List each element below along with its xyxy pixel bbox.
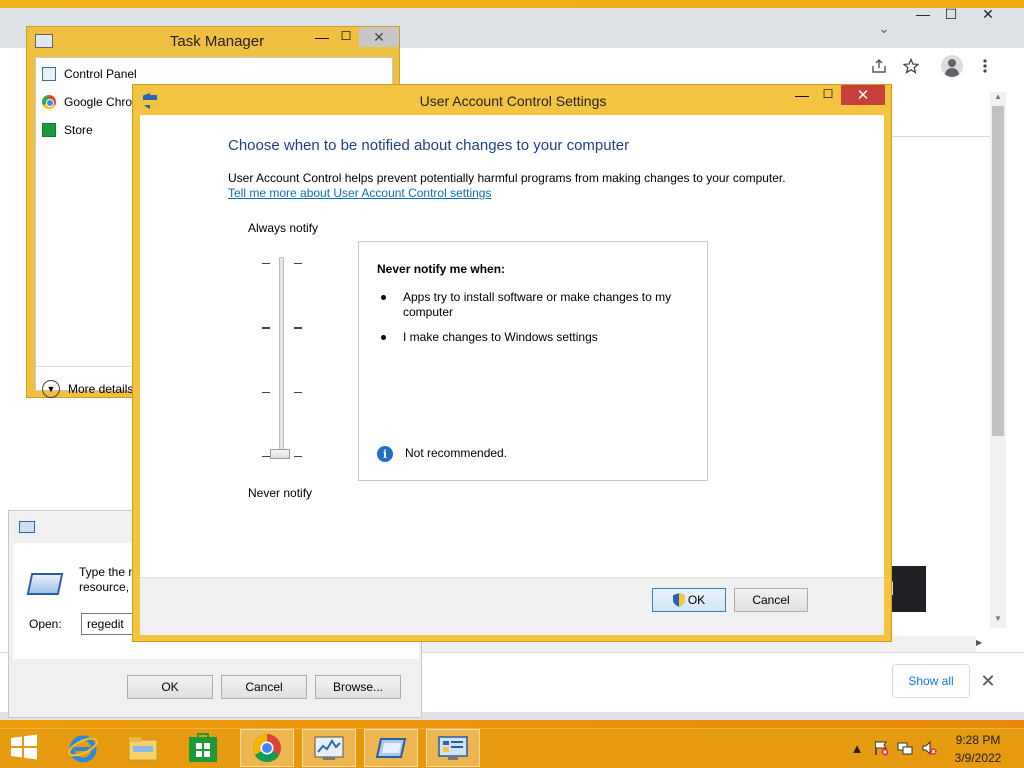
- taskbar-internet-explorer[interactable]: [56, 729, 110, 767]
- run-description: Type the name of a program, folder, docu…: [79, 565, 139, 594]
- bookmark-star-icon[interactable]: [898, 54, 924, 78]
- uac-shield-icon: [672, 593, 685, 607]
- task-manager-icon: [314, 736, 344, 760]
- task-manager-icon: [35, 34, 53, 48]
- never-notify-label: Never notify: [248, 486, 313, 500]
- uac-shield-icon: [143, 93, 157, 109]
- run-cancel-button[interactable]: Cancel: [221, 675, 307, 699]
- bullet-icon: [381, 335, 386, 340]
- run-ok-button[interactable]: OK: [127, 675, 213, 699]
- slider-tick: [262, 392, 270, 393]
- windows-logo-icon: [11, 734, 37, 760]
- clock-time[interactable]: 9:28 PM: [950, 733, 1006, 747]
- uac-button-bar: OK Cancel: [140, 577, 884, 635]
- store-icon: [42, 123, 56, 137]
- close-button[interactable]: ✕: [359, 27, 399, 47]
- uac-cancel-button[interactable]: Cancel: [734, 588, 808, 612]
- slider-tick: [262, 263, 270, 264]
- always-notify-label: Always notify: [248, 221, 319, 235]
- scroll-right-arrow-icon[interactable]: ▶: [976, 638, 988, 652]
- info-heading: Never notify me when:: [377, 262, 506, 276]
- taskbar-chrome[interactable]: [240, 729, 294, 767]
- minimize-button[interactable]: —: [789, 87, 815, 107]
- notification-info-box: Never notify me when: Apps try to instal…: [358, 241, 708, 481]
- bullet-icon: [381, 295, 386, 300]
- run-browse-button[interactable]: Browse...: [315, 675, 401, 699]
- run-program-icon: [26, 573, 64, 595]
- minimize-button[interactable]: —: [309, 29, 335, 49]
- info-note: Not recommended.: [405, 446, 508, 460]
- chrome-maximize-button[interactable]: ☐: [936, 2, 966, 26]
- clock-date[interactable]: 3/9/2022: [950, 751, 1006, 765]
- store-icon: [189, 733, 217, 762]
- taskbar-file-explorer[interactable]: [116, 729, 170, 767]
- show-all-downloads-button[interactable]: Show all: [892, 664, 970, 698]
- taskbar-run[interactable]: [364, 729, 418, 767]
- task-item-label: Store: [64, 123, 93, 137]
- close-download-bar-icon[interactable]: ✕: [978, 670, 998, 692]
- chrome-menu-icon[interactable]: [972, 54, 998, 78]
- window-title: User Account Control Settings: [419, 93, 607, 109]
- more-details-label: More details: [68, 382, 134, 396]
- chrome-minimize-button[interactable]: —: [908, 2, 938, 26]
- show-hidden-icons-chevron-up-icon[interactable]: ▲: [848, 738, 866, 758]
- slider-tick: [294, 327, 302, 329]
- scroll-down-arrow-icon[interactable]: ▼: [990, 614, 1006, 626]
- maximize-button[interactable]: ☐: [333, 29, 359, 49]
- profile-avatar-icon[interactable]: [938, 54, 966, 78]
- slider-tick: [262, 327, 270, 329]
- internet-explorer-icon: [68, 735, 98, 763]
- slider-tick: [294, 456, 302, 457]
- start-button[interactable]: [10, 734, 40, 762]
- notification-level-slider-thumb[interactable]: [270, 449, 290, 459]
- chrome-icon: [253, 734, 281, 762]
- run-icon: [375, 738, 407, 758]
- learn-more-link[interactable]: Tell me more about User Account Control …: [228, 186, 491, 200]
- taskbar-store[interactable]: [176, 729, 230, 767]
- chevron-down-circle-icon: ▼: [42, 380, 60, 398]
- close-button[interactable]: ✕: [841, 85, 885, 105]
- ok-label: OK: [687, 593, 706, 607]
- notification-level-slider-track[interactable]: [279, 257, 284, 453]
- task-item-control-panel[interactable]: Control Panel: [42, 62, 342, 86]
- more-details-button[interactable]: ▼ More details: [42, 380, 133, 398]
- run-icon: [19, 521, 35, 533]
- page-heading: Choose when to be notified about changes…: [228, 137, 630, 154]
- maximize-button[interactable]: ☐: [815, 87, 841, 107]
- open-label: Open:: [29, 617, 62, 631]
- uac-content-area: Choose when to be notified about changes…: [140, 115, 884, 577]
- chrome-icon: [42, 95, 56, 109]
- file-explorer-icon: [128, 737, 158, 761]
- scroll-up-arrow-icon[interactable]: ▲: [990, 92, 1006, 104]
- uac-description: User Account Control helps prevent poten…: [228, 171, 786, 185]
- tab-search-dropdown-icon[interactable]: ⌄: [870, 18, 898, 40]
- network-icon[interactable]: [896, 738, 914, 758]
- chrome-close-button[interactable]: ✕: [966, 2, 1010, 26]
- volume-muted-icon[interactable]: [920, 738, 938, 758]
- taskbar-task-manager[interactable]: [302, 729, 356, 767]
- task-item-label: Control Panel: [64, 67, 137, 81]
- uac-ok-button[interactable]: OK: [652, 588, 726, 612]
- info-bullet: I make changes to Windows settings: [403, 330, 598, 344]
- action-center-flag-icon[interactable]: [872, 738, 890, 758]
- uac-settings-icon: [438, 736, 468, 760]
- control-panel-icon: [42, 67, 56, 81]
- info-icon: i: [377, 446, 393, 462]
- window-title: Task Manager: [169, 33, 265, 50]
- info-bullet: Apps try to install software or make cha…: [403, 290, 672, 319]
- uac-settings-window: User Account Control Settings — ☐ ✕ Choo…: [132, 84, 892, 642]
- slider-tick: [294, 392, 302, 393]
- share-icon[interactable]: [866, 54, 892, 78]
- slider-tick: [294, 263, 302, 264]
- vertical-scroll-thumb[interactable]: [992, 106, 1004, 436]
- taskbar-uac-settings[interactable]: [426, 729, 480, 767]
- slider-tick: [262, 456, 270, 457]
